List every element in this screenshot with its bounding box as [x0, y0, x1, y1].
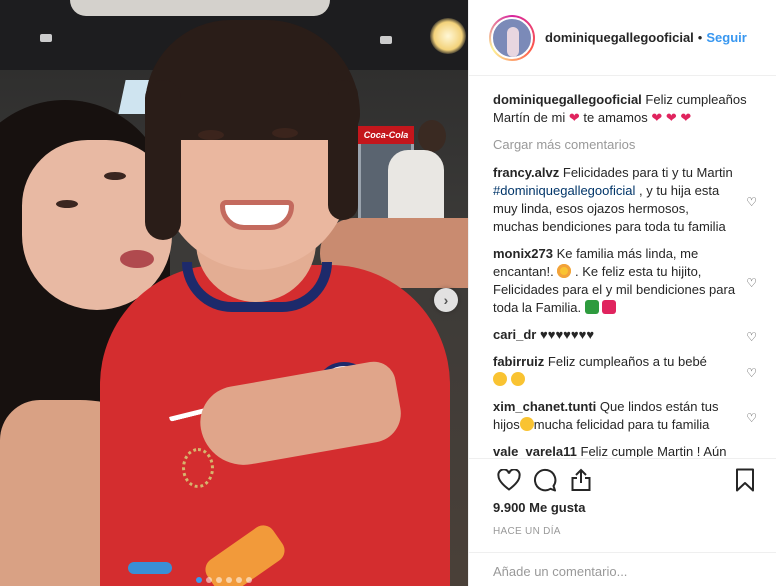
comment-text: Felicidades para ti y tu Martin [562, 165, 733, 180]
comment-button[interactable] [527, 465, 563, 495]
share-icon [571, 468, 591, 491]
comment-like-heart-icon[interactable]: ♡ [746, 409, 757, 427]
post-header: dominiquegallegooficial • Seguir [469, 0, 776, 76]
face-emoji [493, 372, 507, 386]
photo-boy-eye [198, 130, 224, 140]
photo-spotlight [380, 36, 392, 44]
separator-dot: • [697, 30, 703, 45]
header-username[interactable]: dominiquegallegooficial [545, 30, 694, 45]
comment-icon [534, 468, 557, 492]
comment-like-heart-icon[interactable]: ♡ [746, 364, 757, 382]
action-bar [469, 458, 776, 500]
comment-item: monix273 Ke familia más linda, me encant… [493, 245, 763, 317]
avatar-story-ring[interactable] [489, 14, 535, 61]
red-heart-emoji: ❤ [568, 110, 580, 125]
photo-boy-eye [272, 128, 298, 138]
photo-spotlight [40, 34, 52, 42]
photo-woman-lips [120, 250, 154, 268]
post-timestamp[interactable]: HACE UN DÍA [493, 526, 561, 537]
comment-item: fabirruiz Feliz cumpleaños a tu bebé ♡ [493, 353, 763, 389]
like-button[interactable] [491, 465, 527, 495]
comment-text: Feliz cumple Martin ! Aún [580, 444, 727, 457]
carousel-dot [206, 577, 212, 583]
heart-icon [497, 469, 521, 491]
photo-boy-hair [328, 80, 358, 220]
avatar[interactable] [491, 16, 533, 59]
save-button[interactable] [727, 465, 763, 495]
comment-username[interactable]: francy.alvz [493, 165, 559, 180]
photo-woman-eye [56, 200, 78, 208]
carousel-dots [196, 577, 252, 583]
photo-bg-person-head [418, 120, 446, 152]
red-heart-emoji: ❤ ❤ ❤ [651, 110, 692, 125]
comment-text: ♥♥♥♥♥♥♥ [540, 327, 595, 342]
comment-username[interactable]: monix273 [493, 246, 553, 261]
comment-text: mucha felicidad para tu familia [533, 417, 710, 432]
comment-username[interactable]: cari_dr [493, 327, 536, 342]
hearts-emoji [602, 300, 617, 314]
star-eyes-emoji [557, 264, 572, 278]
comment-username[interactable]: fabirruiz [493, 354, 544, 369]
comment-item: cari_dr ♥♥♥♥♥♥♥ ♡ [493, 326, 763, 344]
photo-lamp [430, 18, 466, 54]
caption-text: te amamos [583, 110, 648, 125]
post-photo[interactable]: Coca-Cola › [0, 0, 468, 586]
carousel-dot-active [196, 577, 202, 583]
comment-item: vale_varela11 Feliz cumple Martin ! Aún [493, 443, 763, 457]
photo-light [70, 0, 330, 16]
photo-wristband [128, 562, 172, 574]
comment-username[interactable]: vale_varela11 [493, 444, 577, 457]
bookmark-icon [736, 468, 754, 492]
add-comment-area [469, 552, 776, 586]
comment-like-heart-icon[interactable]: ♡ [746, 193, 757, 211]
comment-input[interactable] [493, 553, 753, 586]
carousel-dot [226, 577, 232, 583]
comment-text: Feliz cumpleaños a tu bebé [547, 354, 707, 369]
comment-like-heart-icon[interactable]: ♡ [746, 274, 757, 292]
comment-item: xim_chanet.tunti Que lindos están tus hi… [493, 398, 763, 434]
face-emoji [510, 372, 525, 386]
post-caption: dominiquegallegooficial Feliz cumpleaños… [493, 91, 763, 127]
photo-woman-eye [104, 172, 126, 180]
like-count[interactable]: 9.900 Me gusta [493, 500, 586, 515]
face-emoji [519, 417, 534, 431]
share-button[interactable] [563, 465, 599, 495]
clover-emoji [584, 300, 599, 314]
post-side-panel: dominiquegallegooficial • Seguir dominiq… [468, 0, 776, 586]
comments-list[interactable]: dominiquegallegooficial Feliz cumpleaños… [469, 77, 776, 457]
photo-boy-smile [220, 200, 294, 230]
carousel-dot [246, 577, 252, 583]
photo-boy-hair [145, 80, 181, 240]
comment-username[interactable]: xim_chanet.tunti [493, 399, 596, 414]
comment-like-heart-icon[interactable]: ♡ [746, 328, 757, 346]
follow-button[interactable]: Seguir [706, 30, 746, 45]
caption-username[interactable]: dominiquegallegooficial [493, 92, 642, 107]
photo-fridge-logo: Coca-Cola [358, 126, 414, 144]
hashtag-link[interactable]: #dominiquegallegooficial [493, 183, 635, 198]
comment-item: francy.alvz Felicidades para ti y tu Mar… [493, 164, 763, 236]
carousel-dot [236, 577, 242, 583]
carousel-dot [216, 577, 222, 583]
photo-bracelet [182, 448, 214, 488]
load-more-comments[interactable]: Cargar más comentarios [493, 137, 763, 152]
next-arrow-icon[interactable]: › [434, 288, 458, 312]
